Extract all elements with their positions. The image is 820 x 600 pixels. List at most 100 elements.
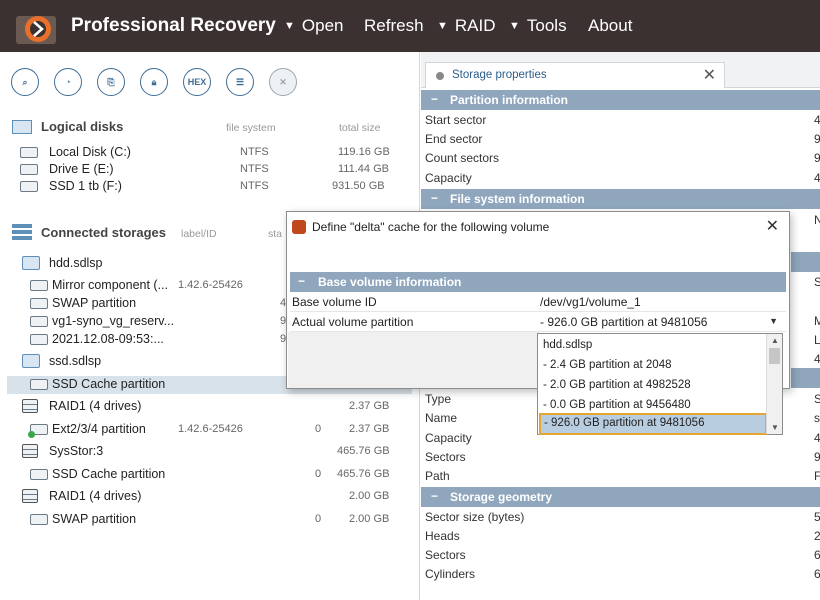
lock-button[interactable]: 🔒︎ xyxy=(140,68,168,96)
prop-value: 6 xyxy=(814,548,820,562)
partition-icon xyxy=(30,334,48,345)
list-item[interactable]: RAID1 (4 drives) 2.37 GB xyxy=(0,398,412,416)
dropdown-option-selected[interactable]: - 926.0 GB partition at 9481056 xyxy=(539,413,767,435)
menu-refresh[interactable]: Refresh xyxy=(364,16,424,36)
title-bar: Professional Recovery ▼ Open Refresh ▼ RAI… xyxy=(0,0,820,52)
prop-label: Heads xyxy=(425,529,460,543)
create-image-button[interactable]: ⎘ xyxy=(97,68,125,96)
disk-scan-icon: ◔ xyxy=(65,77,71,87)
dropdown-option[interactable]: hdd.sdlsp xyxy=(543,339,592,351)
list-item[interactable]: Local Disk (C:) NTFS 119.16 GB xyxy=(0,144,412,162)
list-item[interactable]: Drive E (E:) NTFS 111.44 GB xyxy=(0,161,412,179)
drive-icon xyxy=(20,181,38,192)
prop-label: Start sector xyxy=(425,113,487,127)
prop-value: S xyxy=(814,275,820,289)
collapse-icon[interactable]: − xyxy=(298,274,305,288)
list-item[interactable]: SSD 1 tb (F:) NTFS 931.50 GB xyxy=(0,178,412,196)
group-fs-info[interactable]: − File system information xyxy=(421,189,820,209)
menu-open[interactable]: ▼ Open xyxy=(284,16,343,36)
storage-stack-icon xyxy=(12,224,32,240)
list-item[interactable]: SWAP partition 0 2.00 GB xyxy=(0,511,412,529)
scan-button[interactable]: ⌕ xyxy=(11,68,39,96)
dropdown-option[interactable]: - 2.0 GB partition at 4982528 xyxy=(543,379,691,391)
prop-label: Capacity xyxy=(425,431,472,445)
prop-value: L xyxy=(814,333,820,347)
partition-dropdown-list[interactable]: hdd.sdlsp - 2.4 GB partition at 2048 - 2… xyxy=(537,333,783,435)
properties-button[interactable]: ☰ xyxy=(226,68,254,96)
collapse-icon[interactable]: − xyxy=(431,92,438,106)
logical-disks-title: Logical disks xyxy=(41,119,124,134)
list-item[interactable]: SysStor:3 465.76 GB xyxy=(0,443,412,461)
partition-select[interactable]: - 926.0 GB partition at 9481056 ▼ xyxy=(538,312,786,332)
hex-button[interactable]: HEX xyxy=(183,68,211,96)
prop-label: Sectors xyxy=(425,450,466,464)
group-storage-geometry[interactable]: − Storage geometry xyxy=(421,487,820,507)
group-partition-info[interactable]: − Partition information xyxy=(421,90,820,110)
raid-icon xyxy=(22,489,38,503)
scroll-thumb[interactable] xyxy=(769,348,780,364)
scroll-up-icon[interactable]: ▲ xyxy=(771,336,779,345)
list-item[interactable]: SSD Cache partition 0 465.76 GB xyxy=(0,466,412,484)
connected-storages-title: Connected storages xyxy=(41,225,166,240)
partition-icon xyxy=(30,379,48,390)
close-icon[interactable]: ✕ xyxy=(703,65,716,85)
drive-icon xyxy=(20,147,38,158)
col-label-id: label/ID xyxy=(181,228,217,240)
close-icon: ✕ xyxy=(279,76,287,87)
prop-label: Capacity xyxy=(425,171,472,185)
prop-value: s xyxy=(814,411,820,425)
base-volume-id-row: Base volume ID/dev/vg1/volume_1 xyxy=(290,292,786,312)
close-button[interactable]: ✕ xyxy=(269,68,297,96)
menu-raid[interactable]: ▼ RAID xyxy=(437,16,496,36)
volume-partition-row: Actual volume partition - 926.0 GB parti… xyxy=(290,312,786,332)
prop-label: Type xyxy=(425,392,452,406)
storage-file-icon xyxy=(22,354,40,368)
prop-value: 9 xyxy=(814,151,820,165)
dialog-body-empty xyxy=(288,332,540,388)
partition-icon xyxy=(30,280,48,291)
list-item[interactable]: RAID1 (4 drives) 2.00 GB xyxy=(0,488,412,506)
list-item[interactable]: Ext2/3/4 partition 1.42.6-25426 0 2.37 GB xyxy=(0,421,412,439)
chevron-down-icon: ▼ xyxy=(769,316,778,326)
partition-icon xyxy=(30,298,48,309)
prop-value: 4 xyxy=(814,431,820,445)
search-icon: ⌕ xyxy=(22,76,28,87)
drive-icon xyxy=(20,164,38,175)
storage-file-icon xyxy=(22,256,40,270)
app-logo-icon xyxy=(292,220,306,234)
tab-dot-icon xyxy=(436,72,444,80)
close-icon[interactable]: ✕ xyxy=(766,216,779,236)
scroll-down-icon[interactable]: ▼ xyxy=(771,423,779,432)
prop-label: Sectors xyxy=(425,548,466,562)
dropdown-option[interactable]: - 0.0 GB partition at 9456480 xyxy=(543,399,691,411)
prop-value: F xyxy=(814,469,820,483)
collapse-icon[interactable]: − xyxy=(431,489,438,503)
image-icon: ⎘ xyxy=(107,76,115,87)
prop-value: S xyxy=(814,392,820,406)
menu-tools[interactable]: ▼ Tools xyxy=(509,16,567,36)
dropdown-arrow-icon: ▼ xyxy=(509,20,520,32)
raid-icon xyxy=(22,444,38,458)
prop-label: Cylinders xyxy=(425,567,476,581)
tab-storage-properties[interactable]: Storage properties ✕ xyxy=(425,62,725,88)
group-hidden xyxy=(791,368,820,388)
prop-value: 4 xyxy=(814,113,820,127)
prop-value: M xyxy=(814,314,820,328)
col-file-system: file system xyxy=(226,122,276,134)
prop-value: 6 xyxy=(814,567,820,581)
open-image-button[interactable]: ◔ xyxy=(54,68,82,96)
col-total-size: total size xyxy=(339,122,381,134)
prop-value: 4 xyxy=(814,171,820,185)
dialog-title: Define "delta" cache for the following v… xyxy=(312,220,550,234)
menu-about[interactable]: About xyxy=(588,16,632,36)
prop-value: 9 xyxy=(814,132,820,146)
dropdown-option[interactable]: - 2.4 GB partition at 2048 xyxy=(543,359,672,371)
col-start: sta xyxy=(268,228,283,240)
app-title: Professional Recovery xyxy=(71,15,276,36)
partition-ok-icon xyxy=(28,424,48,438)
dropdown-scrollbar[interactable]: ▲ ▼ xyxy=(766,334,782,434)
app-logo-icon xyxy=(16,16,56,44)
partition-icon xyxy=(30,316,48,327)
group-base-volume[interactable]: − Base volume information xyxy=(290,272,786,292)
collapse-icon[interactable]: − xyxy=(431,191,438,205)
